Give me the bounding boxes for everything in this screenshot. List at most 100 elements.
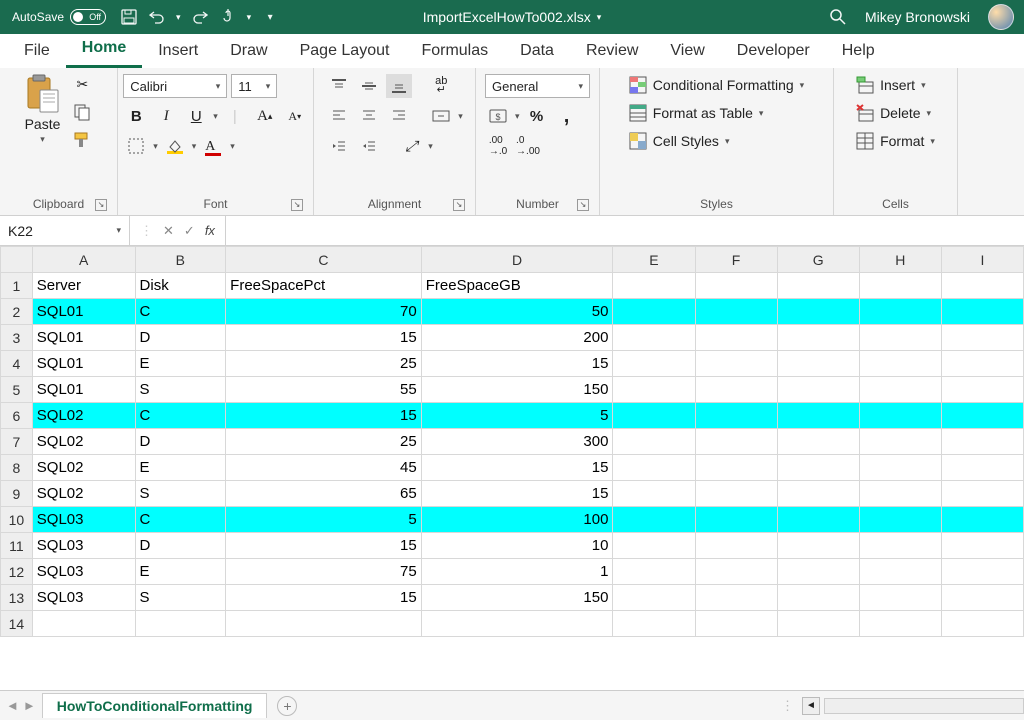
document-title[interactable]: ImportExcelHowTo002.xlsx ▾ (423, 9, 602, 25)
title-dropdown-icon[interactable]: ▾ (597, 12, 602, 23)
italic-button[interactable]: I (153, 104, 179, 128)
autosave-toggle[interactable]: AutoSave Off (4, 9, 114, 25)
scroll-left-button[interactable]: ◄ (802, 697, 820, 715)
number-format-selector[interactable]: General▾ (485, 74, 590, 98)
cell[interactable]: SQL03 (32, 507, 135, 533)
cell[interactable]: 15 (421, 351, 613, 377)
cell[interactable] (695, 299, 777, 325)
cell[interactable] (941, 325, 1023, 351)
account-name[interactable]: Mikey Bronowski (865, 9, 970, 25)
wrap-text-button[interactable]: ab↵ (428, 74, 454, 98)
cell[interactable]: 25 (226, 351, 422, 377)
align-bottom-button[interactable] (386, 74, 412, 98)
cell[interactable]: 45 (226, 455, 422, 481)
cell[interactable] (941, 481, 1023, 507)
cell[interactable] (859, 559, 941, 585)
align-left-button[interactable] (326, 104, 352, 128)
font-launcher-icon[interactable]: ↘ (291, 199, 303, 211)
clipboard-launcher-icon[interactable]: ↘ (95, 199, 107, 211)
cell[interactable] (613, 611, 695, 637)
cell[interactable] (777, 273, 859, 299)
cell[interactable] (613, 533, 695, 559)
horizontal-scrollbar[interactable] (824, 698, 1024, 714)
cell[interactable] (613, 507, 695, 533)
cell[interactable]: 75 (226, 559, 422, 585)
comma-format-button[interactable]: , (554, 104, 580, 128)
column-header[interactable]: D (421, 247, 613, 273)
undo-icon[interactable] (148, 8, 166, 26)
cell[interactable] (859, 351, 941, 377)
tab-file[interactable]: File (8, 36, 66, 68)
percent-format-button[interactable]: % (524, 104, 550, 128)
cell[interactable]: C (135, 403, 226, 429)
cell[interactable] (695, 481, 777, 507)
cell[interactable] (859, 507, 941, 533)
accounting-format-button[interactable]: $ (485, 104, 511, 128)
select-all-corner[interactable] (1, 247, 33, 273)
format-as-table-button[interactable]: Format as Table▾ (625, 102, 768, 124)
name-box[interactable]: K22▾ (0, 216, 130, 245)
cell[interactable]: FreeSpaceGB (421, 273, 613, 299)
cell[interactable] (777, 611, 859, 637)
tab-draw[interactable]: Draw (214, 36, 283, 68)
formula-dropdown-icon[interactable]: ⋮ (140, 223, 153, 239)
cell[interactable]: 15 (226, 585, 422, 611)
fill-color-button[interactable] (162, 134, 188, 158)
cell[interactable] (613, 403, 695, 429)
cell[interactable]: 15 (226, 403, 422, 429)
cell[interactable] (777, 377, 859, 403)
cell[interactable] (777, 351, 859, 377)
cell[interactable] (613, 299, 695, 325)
row-header[interactable]: 12 (1, 559, 33, 585)
cell[interactable] (941, 455, 1023, 481)
cell[interactable] (226, 611, 422, 637)
cell[interactable] (613, 377, 695, 403)
align-right-button[interactable] (386, 104, 412, 128)
cell[interactable] (859, 585, 941, 611)
cell[interactable] (777, 325, 859, 351)
cell[interactable] (859, 377, 941, 403)
column-header[interactable]: A (32, 247, 135, 273)
row-header[interactable]: 9 (1, 481, 33, 507)
cell[interactable] (695, 377, 777, 403)
align-top-button[interactable] (326, 74, 352, 98)
cell[interactable]: Server (32, 273, 135, 299)
cell[interactable] (421, 611, 613, 637)
cell[interactable]: S (135, 585, 226, 611)
tab-formulas[interactable]: Formulas (405, 36, 504, 68)
cell[interactable] (613, 273, 695, 299)
row-header[interactable]: 3 (1, 325, 33, 351)
cell[interactable]: 150 (421, 377, 613, 403)
cell[interactable] (941, 585, 1023, 611)
cell[interactable]: C (135, 299, 226, 325)
cell[interactable]: 70 (226, 299, 422, 325)
decrease-indent-button[interactable] (326, 134, 352, 158)
cell[interactable]: 15 (421, 481, 613, 507)
cell[interactable] (941, 559, 1023, 585)
decrease-decimal-button[interactable]: .0→.00 (515, 134, 541, 158)
save-icon[interactable] (120, 8, 138, 26)
cell[interactable]: 25 (226, 429, 422, 455)
cell[interactable] (777, 507, 859, 533)
cell[interactable]: SQL01 (32, 351, 135, 377)
cell[interactable] (941, 507, 1023, 533)
cell[interactable]: SQL01 (32, 299, 135, 325)
format-cells-button[interactable]: Format▾ (852, 130, 939, 152)
tab-home[interactable]: Home (66, 33, 142, 68)
cell[interactable]: 100 (421, 507, 613, 533)
row-header[interactable]: 14 (1, 611, 33, 637)
row-header[interactable]: 6 (1, 403, 33, 429)
cell[interactable]: SQL02 (32, 455, 135, 481)
tab-page-layout[interactable]: Page Layout (284, 36, 406, 68)
touch-mode-icon[interactable] (219, 8, 237, 26)
row-header[interactable]: 13 (1, 585, 33, 611)
cell[interactable] (695, 585, 777, 611)
cell[interactable] (941, 533, 1023, 559)
cell[interactable]: S (135, 481, 226, 507)
cell[interactable] (695, 273, 777, 299)
customize-qat-icon[interactable]: ▾ (261, 8, 279, 26)
cell[interactable]: 15 (421, 455, 613, 481)
cell[interactable] (941, 403, 1023, 429)
cell[interactable] (613, 351, 695, 377)
cell[interactable] (613, 481, 695, 507)
